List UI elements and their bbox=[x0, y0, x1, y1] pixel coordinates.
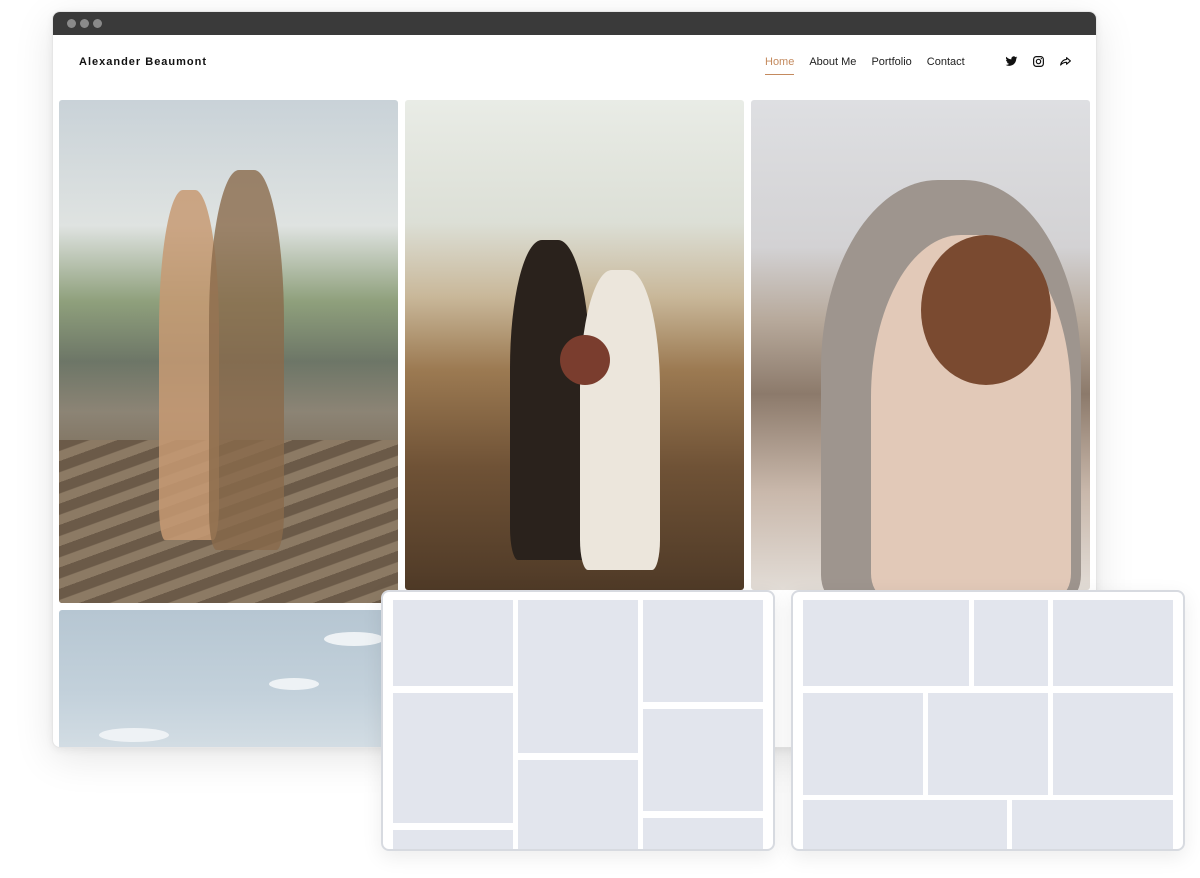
layout-tile bbox=[643, 818, 763, 849]
layout-tile bbox=[974, 600, 1048, 686]
window-minimize-dot[interactable] bbox=[80, 19, 89, 28]
layout-tile bbox=[803, 600, 969, 686]
groom-figure bbox=[209, 170, 284, 550]
couple-on-dock-photo[interactable] bbox=[59, 100, 398, 603]
twitter-icon[interactable] bbox=[1005, 55, 1018, 68]
layout-tile bbox=[393, 693, 513, 823]
bride-hair bbox=[921, 235, 1051, 385]
social-links bbox=[1005, 55, 1072, 68]
couple-on-beach-photo[interactable] bbox=[405, 100, 744, 590]
nav-home[interactable]: Home bbox=[765, 56, 795, 75]
layout-tile bbox=[1053, 693, 1173, 795]
browser-titlebar bbox=[53, 12, 1096, 35]
layout-tile bbox=[393, 830, 513, 849]
window-maximize-dot[interactable] bbox=[93, 19, 102, 28]
layout-tile bbox=[643, 709, 763, 811]
layout-tile bbox=[1053, 600, 1173, 686]
layout-tile bbox=[928, 693, 1048, 795]
cloud bbox=[269, 678, 319, 690]
site-brand[interactable]: Alexander Beaumont bbox=[79, 56, 207, 68]
layout-tile bbox=[518, 600, 638, 753]
nav-contact[interactable]: Contact bbox=[927, 56, 965, 72]
layout-tile bbox=[1012, 800, 1173, 849]
nav-portfolio[interactable]: Portfolio bbox=[871, 56, 911, 72]
layout-tile bbox=[518, 760, 638, 849]
cloud bbox=[99, 728, 169, 742]
cloud bbox=[324, 632, 384, 646]
layout-tile bbox=[393, 600, 513, 686]
layout-tile bbox=[643, 600, 763, 702]
share-icon[interactable] bbox=[1059, 55, 1072, 68]
layout-tile bbox=[803, 800, 1007, 849]
masonry-layout-card[interactable] bbox=[381, 590, 775, 851]
groom-figure bbox=[510, 240, 590, 560]
window-close-dot[interactable] bbox=[67, 19, 76, 28]
sky-photo[interactable] bbox=[59, 610, 398, 747]
grid-layout-card[interactable] bbox=[791, 590, 1185, 851]
main-nav: Home About Me Portfolio Contact bbox=[765, 56, 980, 75]
site-header: Alexander Beaumont Home About Me Portfol… bbox=[53, 35, 1096, 101]
bride-figure bbox=[580, 270, 660, 570]
bouquet bbox=[560, 335, 610, 385]
nav-about-me[interactable]: About Me bbox=[809, 56, 856, 72]
couple-embrace-photo[interactable] bbox=[751, 100, 1090, 590]
instagram-icon[interactable] bbox=[1032, 55, 1045, 68]
layout-tile bbox=[803, 693, 923, 795]
